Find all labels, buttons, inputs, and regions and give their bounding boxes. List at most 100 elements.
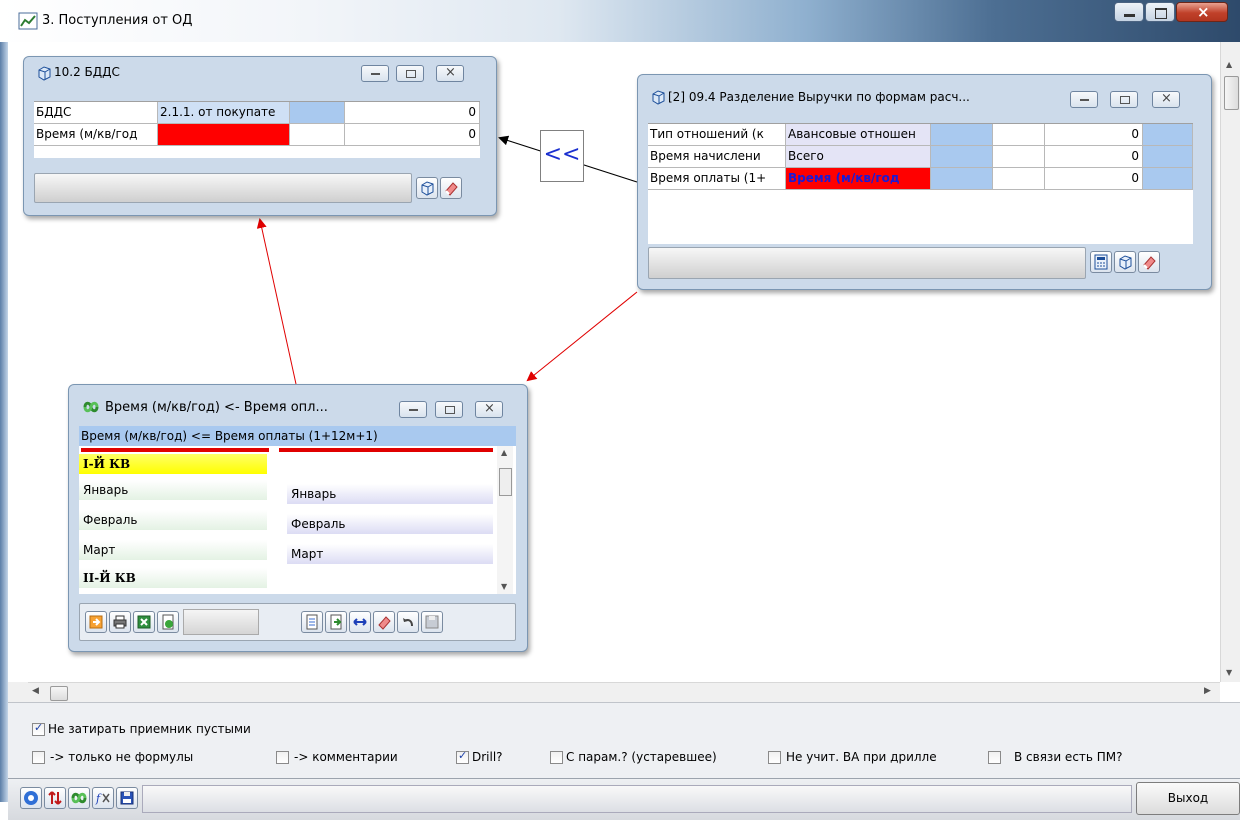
list-item[interactable]: Январь	[79, 480, 267, 500]
mapping-window[interactable]: Время (м/кв/год) <- Время опл... Время (…	[68, 384, 528, 652]
mapping-close-button[interactable]	[475, 401, 503, 418]
eraser-icon	[445, 182, 458, 196]
revenue-row-value[interactable]: Всего	[786, 146, 931, 167]
mapping-refresh-button[interactable]	[157, 611, 179, 633]
revenue-grid: Тип отношений (к Авансовые отношен 0 Вре…	[648, 123, 1193, 244]
bdds-row-value[interactable]	[158, 124, 290, 145]
with-params-checkbox[interactable]	[550, 751, 563, 764]
revenue-cube-button[interactable]	[1114, 251, 1136, 273]
drill-checkbox[interactable]	[456, 749, 469, 764]
mapping-red-bar	[81, 448, 269, 452]
ignore-va-checkbox[interactable]	[768, 751, 781, 764]
save-button[interactable]	[116, 787, 138, 809]
revenue-window[interactable]: [2] 09.4 Разделение Выручки по формам ра…	[637, 74, 1212, 290]
help-button[interactable]	[20, 787, 42, 809]
help-icon	[24, 791, 38, 805]
list-item[interactable]: Февраль	[79, 510, 267, 530]
mapping-maximize-button[interactable]	[435, 401, 463, 418]
mapping-print-button[interactable]	[109, 611, 131, 633]
revenue-minimize-button[interactable]	[1070, 91, 1098, 108]
bdds-eraser-button[interactable]	[440, 177, 462, 199]
ignore-va-label: Не учит. ВА при дрилле	[786, 750, 937, 764]
sort-button[interactable]	[44, 787, 66, 809]
bdds-minimize-button[interactable]	[361, 65, 389, 82]
mapping-eraser-button[interactable]	[373, 611, 395, 633]
cube-icon	[1119, 255, 1132, 270]
exit-button[interactable]: Выход	[1136, 782, 1240, 815]
bdds-row-total: 0	[345, 124, 480, 145]
save-icon	[425, 615, 439, 629]
list-item[interactable]: II-Й КВ	[79, 568, 267, 588]
revenue-row-blank	[993, 124, 1045, 145]
scroll-up-icon: ▲	[501, 448, 508, 457]
has-pm-label: В связи есть ПМ?	[1014, 750, 1123, 764]
bdds-row-blue	[290, 102, 345, 123]
status-bar	[142, 785, 1132, 813]
mapping-minimize-button[interactable]	[399, 401, 427, 418]
undo-icon	[403, 618, 413, 627]
revenue-row-total: 0	[1045, 168, 1143, 189]
mapping-grid: I-Й КВ Январь Январь Февраль Февраль Мар…	[79, 446, 516, 594]
mapping-undo-button[interactable]	[397, 611, 419, 633]
mapping-save-button[interactable]	[421, 611, 443, 633]
link-icon	[83, 401, 99, 413]
import-icon	[330, 614, 342, 630]
revenue-row-label: Тип отношений (к	[648, 124, 786, 145]
scroll-up-icon: ▲	[1226, 60, 1233, 69]
revenue-row-blue	[1143, 124, 1193, 145]
mapping-swap-button[interactable]	[349, 611, 371, 633]
refresh-icon	[162, 614, 174, 630]
bdds-close-button[interactable]	[436, 65, 464, 82]
swap-arrows-icon	[353, 618, 367, 626]
mapping-document-button[interactable]	[301, 611, 323, 633]
link-icon	[71, 792, 87, 804]
revenue-maximize-button[interactable]	[1110, 91, 1138, 108]
revenue-row-value[interactable]: Авансовые отношен	[786, 124, 931, 145]
revenue-row-total: 0	[1045, 124, 1143, 145]
list-item[interactable]: Март	[287, 544, 493, 564]
revenue-row-blue	[931, 124, 993, 145]
list-item[interactable]: Февраль	[287, 514, 493, 534]
bdds-window[interactable]: 10.2 БДДС БДДС 2.1.1. от покупате 0 Врем…	[23, 56, 497, 216]
revenue-eraser-button[interactable]	[1138, 251, 1160, 273]
mapping-excel-button[interactable]	[133, 611, 155, 633]
scroll-thumb[interactable]	[499, 468, 512, 496]
scroll-thumb[interactable]	[50, 686, 68, 701]
revenue-calculator-button[interactable]	[1090, 251, 1112, 273]
scroll-thumb[interactable]	[1224, 76, 1239, 110]
bdds-maximize-button[interactable]	[396, 65, 424, 82]
no-overwrite-checkbox[interactable]	[32, 721, 45, 736]
table-row: Время начислени Всего 0	[648, 146, 1193, 168]
scroll-down-icon: ▼	[1226, 668, 1233, 677]
revenue-row-value[interactable]: Время (м/кв/год	[786, 168, 931, 189]
only-non-formulas-checkbox[interactable]	[32, 751, 45, 764]
table-row: Время (м/кв/год 0	[34, 124, 480, 146]
bdds-row-total: 0	[345, 102, 480, 123]
formula-icon: f	[95, 792, 110, 805]
link-line-mapping-to-bdds	[256, 218, 297, 385]
bdds-cube-button[interactable]	[416, 177, 438, 199]
revenue-close-button[interactable]	[1152, 91, 1180, 108]
has-pm-checkbox[interactable]	[988, 751, 1001, 764]
link-direction-button[interactable]: <<	[540, 130, 584, 182]
revenue-row-label: Время оплаты (1+	[648, 168, 786, 189]
eraser-icon	[378, 616, 391, 630]
mapping-export-button[interactable]	[85, 611, 107, 633]
bdds-row-blank	[290, 124, 345, 145]
scroll-down-icon: ▼	[501, 582, 508, 591]
formula-button[interactable]: f	[92, 787, 114, 809]
scroll-right-icon: ▶	[1204, 686, 1211, 696]
link-button[interactable]	[68, 787, 90, 809]
bdds-row-value[interactable]: 2.1.1. от покупате	[158, 102, 290, 123]
scroll-corner	[8, 682, 28, 702]
mapping-import-button[interactable]	[325, 611, 347, 633]
horizontal-scrollbar[interactable]: ◀ ▶	[28, 682, 1220, 702]
list-item[interactable]: Март	[79, 540, 267, 560]
vertical-scrollbar[interactable]: ▲ ▼	[1220, 42, 1240, 682]
comments-checkbox[interactable]	[276, 751, 289, 764]
bdds-grid: БДДС 2.1.1. от покупате 0 Время (м/кв/го…	[34, 101, 480, 158]
with-params-label: С парам.? (устаревшее)	[566, 750, 717, 764]
list-item[interactable]: I-Й КВ	[79, 454, 267, 474]
mapping-scrollbar[interactable]: ▲ ▼	[497, 446, 513, 594]
list-item[interactable]: Январь	[287, 484, 493, 504]
